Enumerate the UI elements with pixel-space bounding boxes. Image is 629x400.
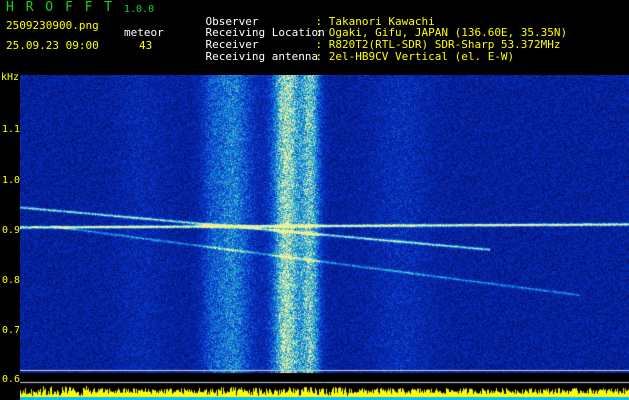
y-tick: 1.0: [2, 175, 21, 186]
info-value: 2el-HB9CV Vertical (el. E-W): [328, 50, 515, 63]
capture-datetime: 25.09.23 09:00: [6, 39, 99, 52]
y-tick: 0.9: [2, 225, 21, 236]
y-tick: 0.6: [2, 374, 21, 385]
spectrogram-canvas: [20, 75, 629, 400]
info-label: Receiving antenna: [205, 50, 319, 63]
file-name: 2509230900.png: [6, 19, 99, 32]
y-tick: 0.7: [2, 325, 21, 336]
app-title: H R O F F T: [6, 0, 115, 15]
meteor-count: 43: [139, 39, 153, 52]
y-tick: 0.8: [2, 275, 21, 286]
app-version: 1.0.0: [124, 4, 155, 15]
meteor-label: meteor: [124, 26, 164, 39]
info-sep: :: [315, 50, 323, 63]
y-tick: 1.1: [2, 124, 21, 135]
info-row-antenna: Receiving antenna: 2el-HB9CV Vertical (e…: [179, 40, 515, 73]
y-axis-unit: kHz: [1, 72, 20, 83]
